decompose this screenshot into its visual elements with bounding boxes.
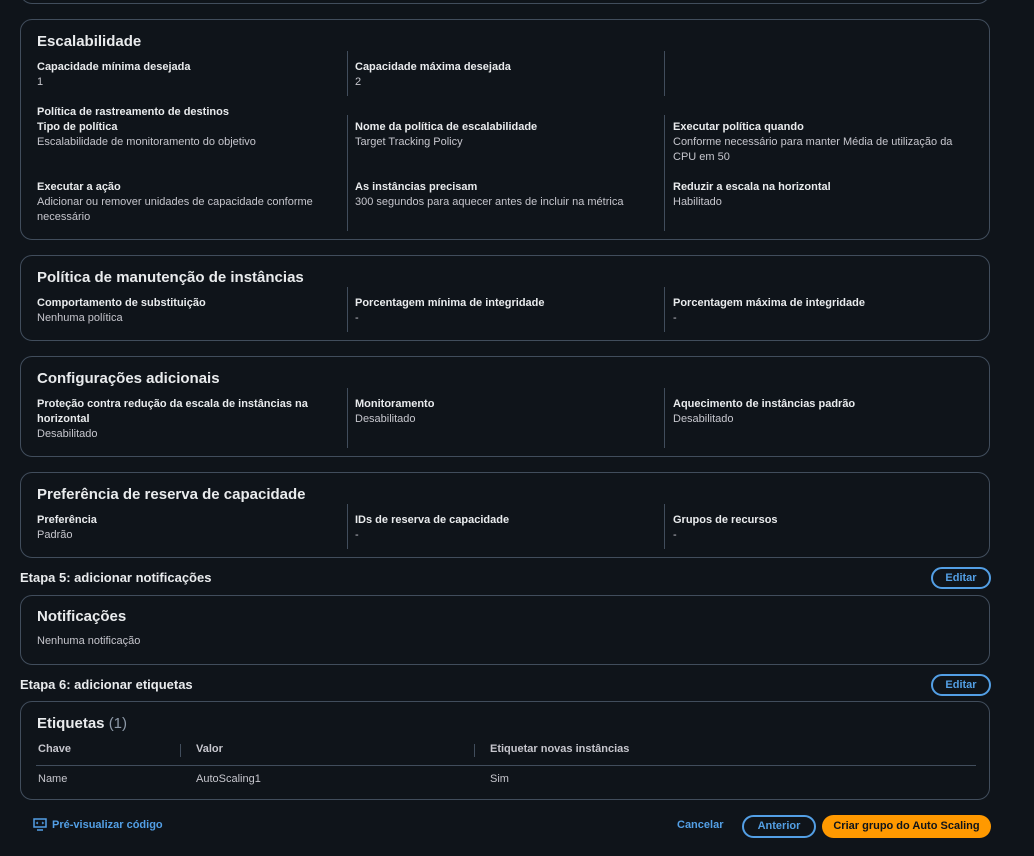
divider [664, 388, 665, 448]
code-preview-icon [33, 818, 47, 831]
protection-value: Desabilitado [37, 428, 98, 440]
divider [664, 51, 665, 96]
notifications-text: Nenhuma notificação [37, 635, 141, 647]
execute-when-label: Executar política quando [673, 121, 804, 133]
reservation-ids: IDs de reserva de capacidade - [355, 513, 655, 543]
additional-card: Configurações adicionais Proteção contra… [20, 356, 990, 457]
divider [347, 504, 348, 549]
monitoring-value: Desabilitado [355, 413, 416, 425]
min-capacity-value: 1 [37, 76, 44, 88]
cancel-button[interactable]: Cancelar [677, 819, 723, 831]
step5-edit-button[interactable]: Editar [931, 567, 991, 589]
replacement-behavior: Comportamento de substituição Nenhuma po… [37, 296, 337, 326]
policy-type-label: Tipo de política [37, 121, 118, 133]
step5-title: Etapa 5: adicionar notificações [20, 570, 212, 585]
reservation-ids-value: - [355, 529, 359, 541]
instance-warmup: As instâncias precisam 300 segundos para… [355, 180, 655, 210]
previous-card-edge [20, 0, 990, 4]
scalability-card: Escalabilidade Capacidade mínima desejad… [20, 19, 990, 240]
divider [347, 287, 348, 332]
column-header-value[interactable]: Valor [196, 743, 223, 755]
divider [664, 504, 665, 549]
policy-name-label: Nome da política de escalabilidade [355, 121, 538, 133]
preference: Preferência Padrão [37, 513, 337, 543]
notifications-card: Notificações Nenhuma notificação [20, 595, 990, 665]
protection-label: Proteção contra redução da escala de ins… [37, 398, 308, 425]
divider [664, 115, 665, 231]
instance-warmup-value: 300 segundos para aquecer antes de inclu… [355, 196, 624, 208]
table-cell-value: AutoScaling1 [196, 773, 261, 785]
table-header-divider [36, 765, 976, 766]
maintenance-title: Política de manutenção de instâncias [37, 269, 304, 286]
min-health: Porcentagem mínima de integridade - [355, 296, 655, 326]
min-capacity: Capacidade mínima desejada 1 [37, 60, 337, 90]
resource-groups: Grupos de recursos - [673, 513, 973, 543]
max-health-value: - [673, 312, 677, 324]
execute-when: Executar política quando Conforme necess… [673, 120, 973, 165]
policy-type-value: Escalabilidade de monitoramento do objet… [37, 136, 256, 148]
scale-in: Reduzir a escala na horizontal Habilitad… [673, 180, 973, 210]
preview-code-label: Pré-visualizar código [52, 818, 163, 831]
min-health-value: - [355, 312, 359, 324]
policy-type: Tipo de política Escalabilidade de monit… [37, 120, 337, 150]
reservation-card: Preferência de reserva de capacidade Pre… [20, 472, 990, 558]
execute-action: Executar a ação Adicionar ou remover uni… [37, 180, 327, 225]
resource-groups-label: Grupos de recursos [673, 514, 778, 526]
max-health: Porcentagem máxima de integridade - [673, 296, 973, 326]
preview-code-link[interactable]: Pré-visualizar código [33, 818, 163, 831]
create-auto-scaling-group-button[interactable]: Criar grupo do Auto Scaling [822, 815, 991, 838]
divider [347, 51, 348, 96]
replacement-label: Comportamento de substituição [37, 297, 206, 309]
replacement-value: Nenhuma política [37, 312, 123, 324]
divider [347, 115, 348, 231]
execute-when-value: Conforme necessário para manter Média de… [673, 136, 953, 163]
scale-in-label: Reduzir a escala na horizontal [673, 181, 831, 193]
divider [664, 287, 665, 332]
resource-groups-value: - [673, 529, 677, 541]
max-capacity-label: Capacidade máxima desejada [355, 61, 511, 73]
notifications-title: Notificações [37, 608, 127, 625]
default-warmup-label: Aquecimento de instâncias padrão [673, 398, 856, 410]
notifications-value: Nenhuma notificação [37, 634, 437, 649]
min-health-label: Porcentagem mínima de integridade [355, 297, 545, 309]
scalability-title: Escalabilidade [37, 33, 142, 50]
scale-in-value: Habilitado [673, 196, 722, 208]
max-capacity-value: 2 [355, 76, 362, 88]
preference-label: Preferência [37, 514, 97, 526]
table-cell-tag-new: Sim [490, 773, 509, 785]
monitoring-label: Monitoramento [355, 398, 435, 410]
tracking-heading-label: Política de rastreamento de destinos [37, 106, 229, 118]
scale-in-protection: Proteção contra redução da escala de ins… [37, 397, 317, 442]
maintenance-card: Política de manutenção de instâncias Com… [20, 255, 990, 341]
default-warmup-value: Desabilitado [673, 413, 734, 425]
reservation-title: Preferência de reserva de capacidade [37, 486, 306, 503]
table-cell-key: Name [38, 773, 68, 785]
column-separator [180, 744, 181, 757]
max-capacity: Capacidade máxima desejada 2 [355, 60, 655, 90]
monitoring: Monitoramento Desabilitado [355, 397, 655, 427]
default-warmup: Aquecimento de instâncias padrão Desabil… [673, 397, 973, 427]
tags-title: Etiquetas (1) [37, 715, 127, 732]
policy-name-value: Target Tracking Policy [355, 136, 463, 148]
column-header-key[interactable]: Chave [38, 743, 71, 755]
tags-title-text: Etiquetas [37, 715, 105, 732]
step6-edit-button[interactable]: Editar [931, 674, 991, 696]
column-separator [474, 744, 475, 757]
divider [347, 388, 348, 448]
tags-count: (1) [108, 715, 128, 732]
previous-button[interactable]: Anterior [742, 815, 816, 838]
max-health-label: Porcentagem máxima de integridade [673, 297, 865, 309]
reservation-ids-label: IDs de reserva de capacidade [355, 514, 510, 526]
execute-action-label: Executar a ação [37, 181, 121, 193]
instance-warmup-label: As instâncias precisam [355, 181, 478, 193]
policy-name: Nome da política de escalabilidade Targe… [355, 120, 655, 150]
execute-action-value: Adicionar ou remover unidades de capacid… [37, 196, 313, 223]
column-header-tag-new-instances[interactable]: Etiquetar novas instâncias [490, 743, 629, 755]
min-capacity-label: Capacidade mínima desejada [37, 61, 191, 73]
preference-value: Padrão [37, 529, 73, 541]
tracking-heading: Política de rastreamento de destinos [37, 105, 337, 120]
step6-title: Etapa 6: adicionar etiquetas [20, 677, 193, 692]
additional-title: Configurações adicionais [37, 370, 220, 387]
